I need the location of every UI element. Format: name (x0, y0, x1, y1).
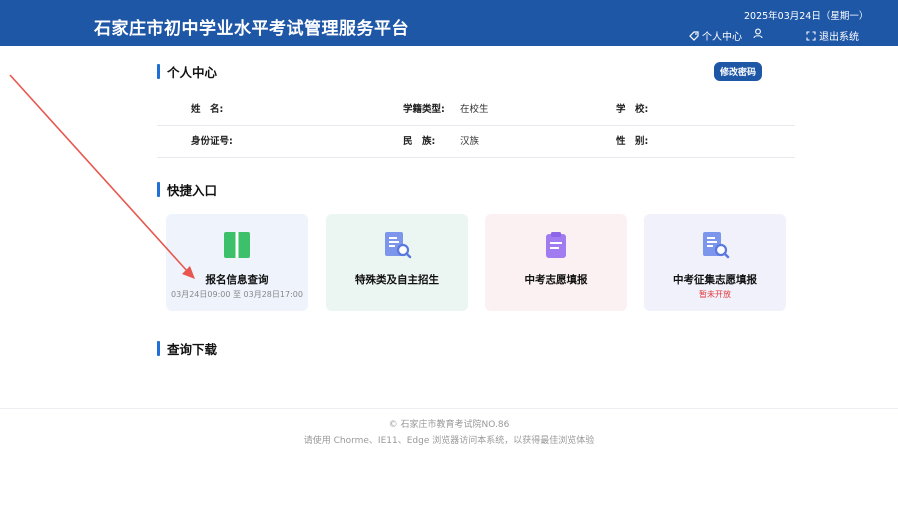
card-supplementary-volunteer[interactable]: 中考征集志愿填报 暂未开放 (644, 214, 786, 311)
info-row-2: 身份证号: 民 族: 汉族 性 别: (157, 126, 795, 158)
tag-icon (689, 30, 699, 41)
footer-copyright: © 石家庄市教育考试院NO.86 (388, 420, 510, 430)
section-marker (157, 181, 160, 197)
ethnic-value: 汉族 (460, 136, 480, 147)
info-row-1: 姓 名: 学籍类型: 在校生 学 校: (157, 94, 795, 126)
clipboard-icon (546, 232, 566, 258)
card-special-admission[interactable]: 特殊类及自主招生 (326, 214, 468, 311)
top-header: 石家庄市初中学业水平考试管理服务平台 2025年03月24日（星期一） 个人中心… (0, 0, 898, 46)
school-label: 学 校: (616, 104, 649, 115)
nav-profile-link[interactable]: 个人中心 (689, 28, 742, 43)
nav-profile-label: 个人中心 (702, 32, 742, 43)
user-menu-button[interactable] (753, 28, 764, 39)
quick-section-title: 快捷入口 (157, 181, 218, 198)
status-label: 学籍类型: (403, 104, 445, 115)
card-name: 中考征集志愿填报 (673, 274, 757, 286)
book-icon (224, 232, 250, 258)
status-value: 在校生 (460, 104, 489, 115)
current-date: 2025年03月24日（星期一） (744, 11, 869, 22)
name-label: 姓 名: (191, 104, 224, 115)
gender-label: 性 别: (616, 136, 649, 147)
card-name: 特殊类及自主招生 (355, 274, 439, 286)
platform-title: 石家庄市初中学业水平考试管理服务平台 (94, 19, 409, 39)
logout-button[interactable]: 退出系统 (806, 28, 859, 43)
footer-divider (0, 408, 898, 409)
card-time-range: 03月24日09:00 至 03月28日17:00 (171, 290, 303, 299)
id-label: 身份证号: (191, 136, 233, 147)
card-registration-query[interactable]: 报名信息查询 03月24日09:00 至 03月28日17:00 (166, 214, 308, 311)
change-password-button[interactable]: 修改密码 (714, 62, 762, 81)
footer-browser-tip: 请使用 Chorme、IE11、Edge 浏览器访问本系统，以获得最佳浏览体验 (303, 436, 595, 446)
not-open-badge: 暂未开放 (699, 290, 731, 299)
section-marker (157, 63, 160, 79)
card-name: 中考志愿填报 (524, 274, 588, 286)
ethnic-label: 民 族: (403, 136, 436, 147)
quick-section-label: 快捷入口 (167, 182, 218, 198)
expand-icon (806, 30, 816, 41)
document-search-icon (703, 232, 730, 259)
card-volunteer-fill[interactable]: 中考志愿填报 (485, 214, 627, 311)
personal-section-title: 个人中心 (157, 63, 218, 80)
user-icon (753, 28, 763, 39)
logout-label: 退出系统 (819, 32, 859, 43)
download-section-title: 查询下载 (157, 340, 218, 357)
download-section-label: 查询下载 (167, 341, 218, 357)
section-marker (157, 340, 160, 356)
personal-section-label: 个人中心 (167, 64, 218, 80)
document-search-icon (385, 232, 412, 259)
card-name: 报名信息查询 (205, 274, 269, 286)
